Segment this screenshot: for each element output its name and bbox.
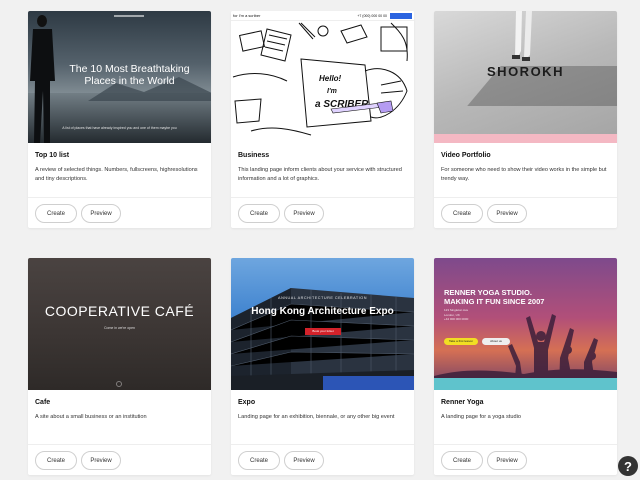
preview-button[interactable]: Preview	[487, 204, 527, 223]
sign-line-1: Hello!	[319, 74, 342, 83]
card-description: A landing page for a yoga studio	[441, 414, 521, 420]
template-card-cafe: COOPERATIVE CAFÉ Come in we're open Cafe…	[28, 258, 211, 475]
card-description: A site about a small business or an inst…	[35, 414, 147, 420]
create-button[interactable]: Create	[441, 204, 483, 223]
accent-strip	[434, 134, 617, 143]
thumb-caption: A list of places that have already inspi…	[62, 126, 177, 130]
thumb-subline: Come in we're open	[103, 326, 136, 330]
create-button[interactable]: Create	[441, 451, 483, 470]
thumb-navbar: for I'm a scriber +7 (000) 000 00 00	[231, 11, 414, 21]
thumb-cta: Book your ticket	[305, 328, 341, 335]
sign-line-2: I'm	[327, 88, 337, 95]
card-title: Video Portfolio	[441, 152, 491, 159]
template-card-yoga: RENNER YOGA STUDIO. MAKING IT FUN SINCE …	[434, 258, 617, 475]
thumb-headline: RENNER YOGA STUDIO. MAKING IT FUN SINCE …	[444, 288, 544, 306]
thumb-secondary-cta: About us	[482, 338, 510, 345]
logo-mark-icon	[116, 381, 122, 387]
thumb-address-line-1: 123 Singleton Ave	[444, 308, 469, 312]
preview-button[interactable]: Preview	[81, 451, 121, 470]
template-thumbnail[interactable]: The 10 Most Breathtaking Places in the W…	[28, 11, 211, 143]
preview-button[interactable]: Preview	[284, 204, 324, 223]
card-description: For someone who need to show their video…	[441, 167, 607, 182]
thumb-phone: +7 (000) 000 00 00	[357, 13, 387, 18]
template-thumbnail[interactable]: ANNUAL ARCHITECTURE CELEBRATION Hong Kon…	[231, 258, 414, 390]
thumb-headline: SHOROKH	[487, 64, 564, 79]
legs-graphic	[512, 11, 532, 61]
preview-button[interactable]: Preview	[81, 204, 121, 223]
create-button[interactable]: Create	[35, 451, 77, 470]
thumb-brand: for I'm a scriber	[233, 13, 261, 18]
preview-button[interactable]: Preview	[487, 451, 527, 470]
crowd-graphic	[434, 314, 617, 390]
thumb-address-line-3: +44 000 000 0000	[444, 317, 469, 321]
create-button[interactable]: Create	[238, 451, 280, 470]
card-title: Business	[238, 152, 270, 159]
accent-strip	[434, 378, 617, 390]
thumb-label: ANNUAL ARCHITECTURE CELEBRATION	[278, 296, 367, 300]
template-card-business: for I'm a scriber +7 (000) 000 00 00 Hel…	[231, 11, 414, 228]
template-card-expo: ANNUAL ARCHITECTURE CELEBRATION Hong Kon…	[231, 258, 414, 475]
thumb-nav-line	[114, 15, 144, 17]
thumb-headline: The 10 Most Breathtaking Places in the W…	[69, 63, 190, 87]
thumb-address: 123 Singleton Ave London, UK +44 000 000…	[444, 308, 468, 322]
card-description: This landing page inform clients about y…	[238, 167, 402, 182]
create-button[interactable]: Create	[238, 204, 280, 223]
template-thumbnail[interactable]: RENNER YOGA STUDIO. MAKING IT FUN SINCE …	[434, 258, 617, 390]
card-title: Top 10 list	[35, 152, 70, 159]
thumb-nav-button	[390, 12, 412, 19]
template-card-top10: The 10 Most Breathtaking Places in the W…	[28, 11, 211, 228]
help-button[interactable]: ?	[618, 456, 638, 476]
card-description: A review of selected things. Numbers, fu…	[35, 167, 198, 182]
template-thumbnail[interactable]: for I'm a scriber +7 (000) 000 00 00 Hel…	[231, 11, 414, 143]
thumb-headline: Hong Kong Architecture Expo	[251, 306, 394, 317]
template-thumbnail[interactable]: SHOROKH	[434, 11, 617, 143]
card-title: Expo	[238, 399, 256, 406]
person-silhouette	[30, 15, 55, 143]
thumb-headline: COOPERATIVE CAFÉ	[44, 303, 195, 319]
card-description: Landing page for an exhibition, biennale…	[238, 414, 395, 420]
thumb-headline-line-1: RENNER YOGA STUDIO.	[444, 288, 532, 297]
create-button[interactable]: Create	[35, 204, 77, 223]
thumb-headline-line-2: MAKING IT FUN SINCE 2007	[444, 297, 545, 306]
accent-strip	[323, 376, 414, 390]
template-thumbnail[interactable]: COOPERATIVE CAFÉ Come in we're open	[28, 258, 211, 390]
card-title: Cafe	[35, 399, 51, 406]
preview-button[interactable]: Preview	[284, 451, 324, 470]
doodle-illustration: Hello! I'm a SCRIBER	[232, 22, 408, 136]
template-card-video-portfolio: SHOROKH Video Portfolio For someone who …	[434, 11, 617, 228]
thumb-primary-cta: Take a first lesson	[444, 338, 478, 345]
card-title: Renner Yoga	[441, 399, 484, 406]
building-graphic	[231, 288, 414, 390]
